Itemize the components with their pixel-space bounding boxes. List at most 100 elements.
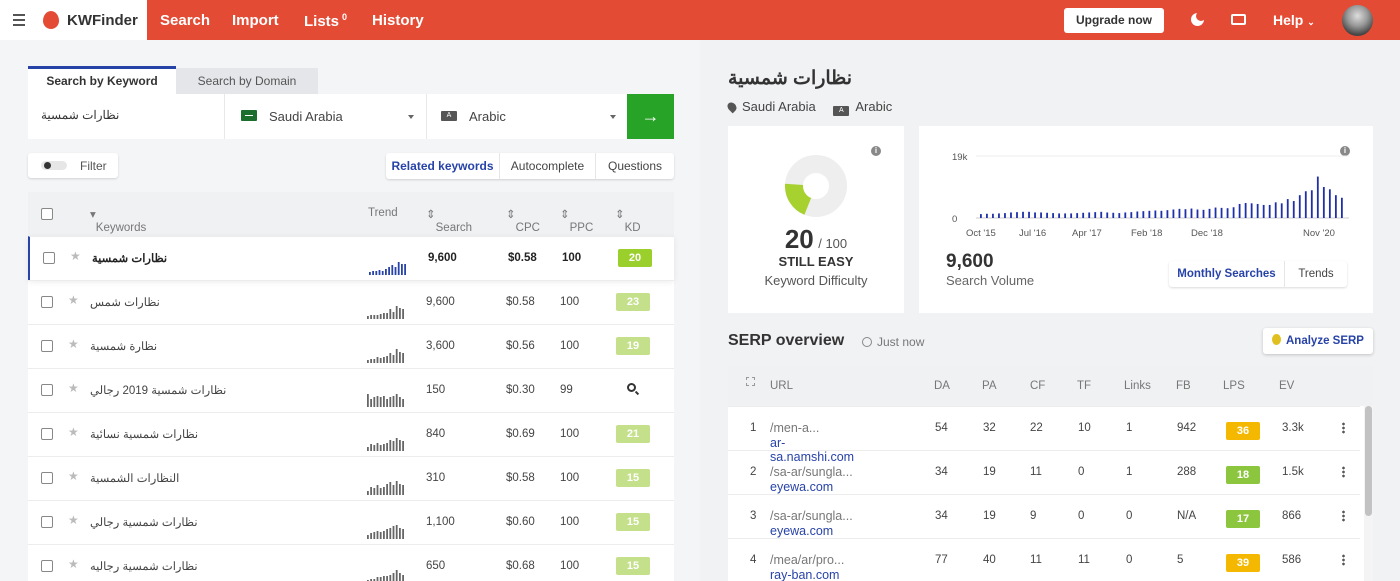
more-options-icon[interactable] <box>1342 510 1345 522</box>
help-menu[interactable]: Help ⌄ <box>1273 12 1315 28</box>
keyword-input[interactable]: نظارات شمسية <box>28 94 224 139</box>
star-icon[interactable]: ★ <box>68 557 79 571</box>
search-icon[interactable] <box>627 383 636 392</box>
row-checkbox[interactable] <box>41 516 53 528</box>
select-all-checkbox[interactable] <box>41 208 53 220</box>
table-row[interactable]: ★ نظارات شمس 9,600 $0.58 100 23 <box>28 280 674 324</box>
keyboard-shortcuts-icon[interactable] <box>1231 14 1246 25</box>
volume-bar <box>1106 212 1109 218</box>
trend-bar <box>399 397 401 407</box>
upgrade-button[interactable]: Upgrade now <box>1064 8 1164 33</box>
star-icon[interactable]: ★ <box>68 381 79 395</box>
keyword-cell[interactable]: النظارات الشمسية <box>90 471 179 485</box>
row-checkbox[interactable] <box>41 428 53 440</box>
trend-bar <box>394 267 397 275</box>
star-icon[interactable]: ★ <box>68 293 79 307</box>
more-options-icon[interactable] <box>1342 466 1345 478</box>
col-links[interactable]: Links <box>1124 380 1151 392</box>
table-row[interactable]: ★ نظارة شمسية 3,600 $0.56 100 19 <box>28 324 674 368</box>
location-select[interactable]: Saudi Arabia <box>224 94 424 139</box>
scrollbar-thumb[interactable] <box>1365 406 1372 516</box>
serp-url[interactable]: ray-ban.com/mea/ar/pro... <box>770 553 844 581</box>
trend-bar <box>392 441 395 451</box>
star-icon[interactable]: ★ <box>68 337 79 351</box>
tab-search-by-domain[interactable]: Search by Domain <box>176 68 318 94</box>
volume-bar <box>1322 187 1325 218</box>
row-checkbox[interactable] <box>41 472 53 484</box>
row-checkbox[interactable] <box>41 384 53 396</box>
nav-history[interactable]: History <box>372 12 424 29</box>
search-submit-button[interactable]: → <box>627 94 674 139</box>
volume-bar <box>1190 208 1193 218</box>
analyze-serp-button[interactable]: Analyze SERP <box>1263 328 1373 354</box>
table-row[interactable]: ★ النظارات الشمسية 310 $0.58 100 15 <box>28 456 674 500</box>
trend-bar <box>376 443 379 451</box>
monthly-searches-button[interactable]: Monthly Searches <box>1169 261 1285 287</box>
trend-bar <box>367 491 369 495</box>
cpc-cell: $0.69 <box>506 428 535 440</box>
more-options-icon[interactable] <box>1342 554 1345 566</box>
col-ev[interactable]: EV <box>1279 380 1294 392</box>
nav-lists[interactable]: Lists 0 <box>304 12 347 30</box>
nav-search[interactable]: Search <box>160 12 210 29</box>
tab-related-keywords[interactable]: Related keywords <box>386 153 500 179</box>
col-cpc[interactable]: ⇕ CPC <box>506 207 540 234</box>
table-row[interactable]: ★ نظارات شمسية رجاليه 650 $0.68 100 15 <box>28 544 674 581</box>
col-keywords[interactable]: ▾ Keywords <box>90 207 146 234</box>
volume-bar <box>1088 212 1091 218</box>
col-da[interactable]: DA <box>934 380 950 392</box>
expand-icon[interactable] <box>746 377 755 386</box>
keyword-cell[interactable]: نظارات شمسية <box>92 251 167 265</box>
star-icon[interactable]: ★ <box>68 425 79 439</box>
serp-scrollbar[interactable] <box>1364 406 1373 581</box>
serp-url[interactable]: eyewa.com/sa-ar/sungla... <box>770 465 853 494</box>
trend-bar <box>376 485 379 495</box>
ev-cell: 1.5k <box>1282 466 1304 478</box>
row-checkbox[interactable] <box>43 252 55 264</box>
volume-bar <box>1280 203 1283 218</box>
fb-cell: N/A <box>1177 510 1197 522</box>
info-icon[interactable]: i <box>871 146 881 156</box>
serp-url[interactable]: ar-sa.namshi.com/men-a... <box>770 421 854 464</box>
col-tf[interactable]: TF <box>1077 380 1091 392</box>
col-kd[interactable]: ⇕ KD <box>615 207 641 234</box>
tab-autocomplete[interactable]: Autocomplete <box>500 153 596 179</box>
table-row[interactable]: ★ نظارات شمسية رجالي 1,100 $0.60 100 15 <box>28 500 674 544</box>
app-name[interactable]: KWFinder <box>67 12 138 29</box>
star-icon[interactable]: ★ <box>70 249 81 263</box>
keyword-cell[interactable]: نظارات شمسية رجالي <box>90 515 198 529</box>
row-checkbox[interactable] <box>41 560 53 572</box>
tab-search-by-keyword[interactable]: Search by Keyword <box>28 66 176 94</box>
star-icon[interactable]: ★ <box>68 513 79 527</box>
serp-url[interactable]: eyewa.com/sa-ar/sungla... <box>770 509 853 538</box>
col-ppc[interactable]: ⇕ PPC <box>560 207 593 234</box>
dark-mode-icon[interactable] <box>1191 11 1206 26</box>
filter-toggle[interactable]: Filter <box>28 153 118 178</box>
tab-questions[interactable]: Questions <box>596 153 674 179</box>
avatar[interactable] <box>1342 5 1373 36</box>
row-checkbox[interactable] <box>41 340 53 352</box>
col-lps[interactable]: LPS <box>1223 380 1245 392</box>
language-select[interactable]: A Arabic <box>426 94 626 139</box>
col-pa[interactable]: PA <box>982 380 997 392</box>
star-icon[interactable]: ★ <box>68 469 79 483</box>
nav-import[interactable]: Import <box>232 12 279 29</box>
trends-button[interactable]: Trends <box>1285 261 1347 287</box>
keyword-cell[interactable]: نظارات شمس <box>90 295 160 309</box>
table-row[interactable]: ★ نظارات شمسية نسائية 840 $0.69 100 21 <box>28 412 674 456</box>
keyword-cell[interactable]: نظارات شمسية رجاليه <box>90 559 198 573</box>
hamburger-menu-icon[interactable] <box>13 14 25 26</box>
keyword-cell[interactable]: نظارة شمسية <box>90 339 157 353</box>
volume-bar <box>992 213 994 218</box>
keyword-title: نظارات شمسية <box>728 68 853 89</box>
keyword-cell[interactable]: نظارات شمسية 2019 رجالي <box>90 383 226 397</box>
keyword-cell[interactable]: نظارات شمسية نسائية <box>90 427 198 441</box>
row-checkbox[interactable] <box>41 296 53 308</box>
more-options-icon[interactable] <box>1342 422 1345 434</box>
volume-bar <box>1028 211 1030 218</box>
col-search[interactable]: ⇕ Search <box>426 207 472 234</box>
col-cf[interactable]: CF <box>1030 380 1045 392</box>
table-row[interactable]: ★ نظارات شمسية 9,600 $0.58 100 20 <box>28 236 674 280</box>
table-row[interactable]: ★ نظارات شمسية 2019 رجالي 150 $0.30 99 <box>28 368 674 412</box>
col-fb[interactable]: FB <box>1176 380 1191 392</box>
